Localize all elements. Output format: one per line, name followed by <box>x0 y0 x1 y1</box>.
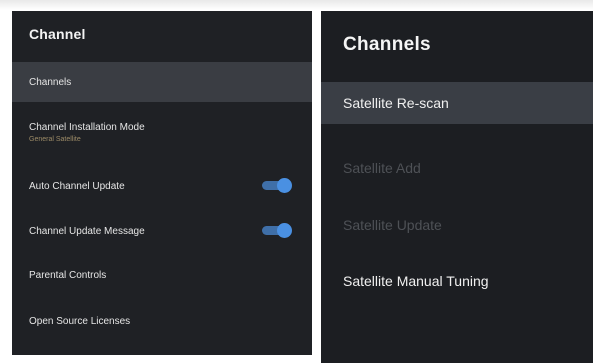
panel-title: Channel <box>29 26 86 42</box>
panel-title: Channels <box>343 34 431 55</box>
menu-item-label: Auto Channel Update <box>29 181 125 192</box>
channel-settings-panel: Channel Channels Channel Installation Mo… <box>12 11 312 355</box>
menu-item-sublabel: General Satellite <box>29 136 81 143</box>
menu-item-label: Open Source Licenses <box>29 316 131 327</box>
menu-item-label: Channels <box>29 77 72 88</box>
menu-item-label: Satellite Add <box>343 160 421 176</box>
menu-item-channels[interactable]: Channels <box>12 62 312 102</box>
menu-item-channel-installation-mode[interactable]: Channel Installation Mode General Satell… <box>12 109 312 155</box>
auto-channel-update-toggle[interactable] <box>262 178 292 193</box>
menu-item-open-source-licenses[interactable]: Open Source Licenses <box>12 302 312 342</box>
screenshot-stage: Channel Channels Channel Installation Mo… <box>0 0 593 363</box>
caption-strip <box>0 0 593 10</box>
channel-update-message-toggle[interactable] <box>262 223 292 238</box>
menu-item-label: Channel Update Message <box>29 226 145 237</box>
menu-item-label: Parental Controls <box>29 270 107 281</box>
menu-item-satellite-manual-tuning[interactable]: Satellite Manual Tuning <box>321 260 593 302</box>
menu-item-label: Channel Installation Mode <box>29 122 145 133</box>
menu-item-auto-channel-update[interactable]: Auto Channel Update <box>12 166 312 206</box>
menu-item-satellite-update: Satellite Update <box>321 204 593 246</box>
menu-item-satellite-add: Satellite Add <box>321 147 593 189</box>
toggle-knob <box>277 178 292 193</box>
menu-item-channel-update-message[interactable]: Channel Update Message <box>12 211 312 251</box>
menu-item-label: Satellite Re-scan <box>343 95 449 111</box>
menu-item-parental-controls[interactable]: Parental Controls <box>12 256 312 296</box>
menu-item-satellite-rescan[interactable]: Satellite Re-scan <box>321 82 593 124</box>
channels-submenu-panel: Channels Satellite Re-scan Satellite Add… <box>321 11 593 363</box>
menu-item-label: Satellite Manual Tuning <box>343 273 489 289</box>
toggle-knob <box>277 223 292 238</box>
menu-item-label: Satellite Update <box>343 217 442 233</box>
